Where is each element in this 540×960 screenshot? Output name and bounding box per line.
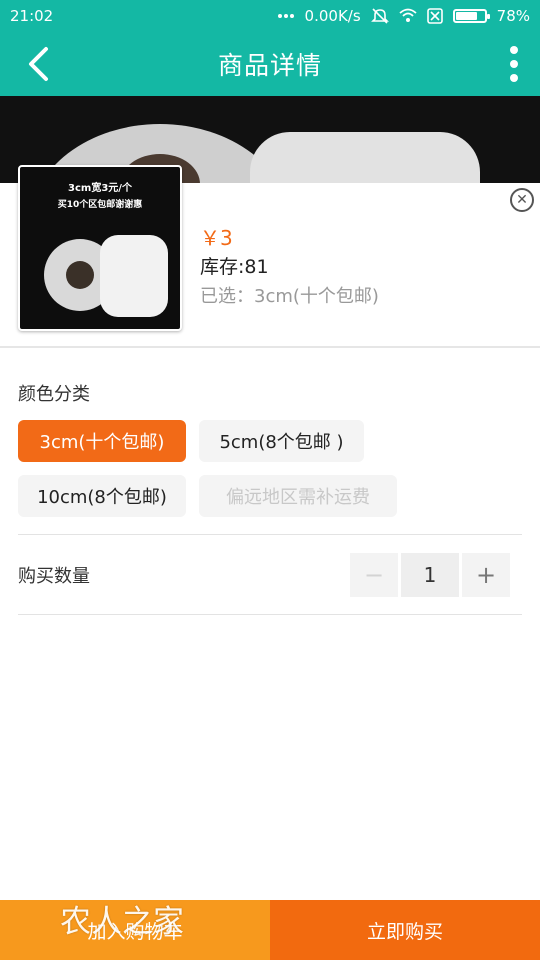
divider xyxy=(18,614,522,615)
product-price: ￥3 xyxy=(200,226,233,250)
chevron-left-icon xyxy=(29,47,48,81)
battery-percent: 78% xyxy=(496,7,530,25)
bottom-action-bar: 加入购物车 立即购买 xyxy=(0,900,540,960)
mute-icon xyxy=(370,7,389,25)
network-speed: 0.00K/s xyxy=(304,7,361,25)
header-bar: 商品详情 xyxy=(0,32,540,96)
back-button[interactable] xyxy=(14,40,62,88)
close-button[interactable]: ✕ xyxy=(510,188,534,212)
buy-now-button[interactable]: 立即购买 xyxy=(270,900,540,960)
status-time: 21:02 xyxy=(10,7,54,25)
status-bar: 21:02 0.00K/s 78% xyxy=(0,0,540,32)
close-icon: ✕ xyxy=(516,192,528,208)
status-icons: 0.00K/s 78% xyxy=(277,7,530,25)
dots-icon xyxy=(277,13,295,19)
divider xyxy=(0,346,540,348)
option-remote-area: 偏远地区需补运费 xyxy=(199,475,397,517)
product-stock: 库存:81 xyxy=(200,256,269,278)
minus-icon: − xyxy=(363,561,385,589)
plus-icon: + xyxy=(475,561,497,589)
option-3cm[interactable]: 3cm(十个包邮) xyxy=(18,420,186,462)
page-title: 商品详情 xyxy=(217,51,322,80)
battery-icon xyxy=(452,9,490,23)
more-vertical-icon xyxy=(510,46,518,54)
wifi-icon xyxy=(399,8,417,24)
quantity-label: 购买数量 xyxy=(18,566,90,587)
quantity-increase-button[interactable]: + xyxy=(462,553,510,597)
quantity-decrease-button[interactable]: − xyxy=(350,553,398,597)
selected-option-text: 已选：3cm(十个包邮) xyxy=(200,286,379,307)
option-5cm[interactable]: 5cm(8个包邮 ) xyxy=(199,420,364,462)
add-to-cart-button[interactable]: 加入购物车 xyxy=(0,900,270,960)
thumb-caption-2: 买10个区包邮谢谢惠 xyxy=(57,200,143,210)
color-section-title: 颜色分类 xyxy=(18,384,90,405)
thumb-caption-1: 3cm宽3元/个 xyxy=(68,183,132,194)
sim-icon xyxy=(426,8,443,24)
more-button[interactable] xyxy=(502,40,526,88)
quantity-input[interactable]: 1 xyxy=(401,553,459,597)
product-thumbnail: 3cm宽3元/个 买10个区包邮谢谢惠 xyxy=(18,165,182,331)
divider xyxy=(18,534,522,535)
option-10cm[interactable]: 10cm(8个包邮) xyxy=(18,475,186,517)
